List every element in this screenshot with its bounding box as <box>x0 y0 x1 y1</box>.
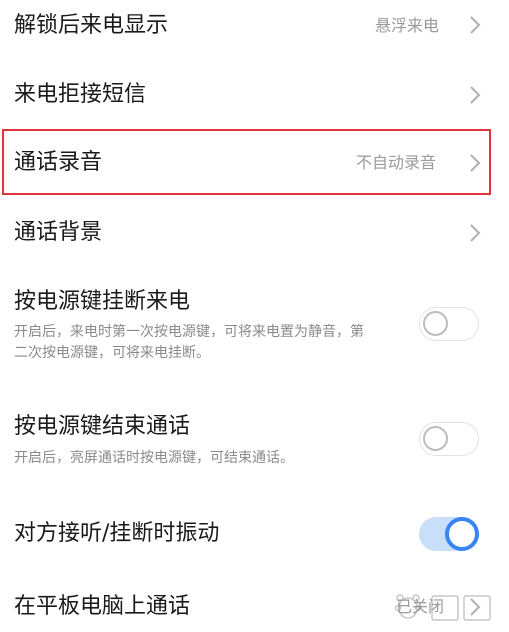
power-hangup-description: 开启后，来电时第一次按电源键，可将来电置为静音，第二次按电源键，可将来电挂断。 <box>14 324 364 361</box>
power-end-call-row: 按电源键结束通话 开启后，亮屏通话时按电源键，可结束通话。 <box>0 405 509 475</box>
reject-sms-row[interactable]: 来电拒接短信 <box>0 70 509 126</box>
vibrate-row: 对方接听/挂断时振动 <box>0 510 509 560</box>
watermark-logo <box>390 588 509 628</box>
call-recording-row[interactable]: 通话录音 不自动录音 <box>0 133 509 193</box>
unlock-display-title: 解锁后来电显示 <box>14 13 169 38</box>
tablet-call-title: 在平板电脑上通话 <box>14 594 191 619</box>
vibrate-toggle[interactable] <box>419 517 479 551</box>
chevron-right-icon <box>466 84 484 106</box>
chevron-right-icon <box>466 152 484 174</box>
chevron-right-icon <box>466 222 484 244</box>
call-background-title: 通话背景 <box>14 220 103 245</box>
call-recording-value: 不自动录音 <box>356 153 437 172</box>
unlock-display-value: 悬浮来电 <box>375 16 440 35</box>
power-end-call-title: 按电源键结束通话 <box>14 414 191 439</box>
power-hangup-toggle[interactable] <box>419 307 479 341</box>
toggle-knob <box>445 517 479 551</box>
power-hangup-title: 按电源键挂断来电 <box>14 289 191 314</box>
toggle-knob <box>423 311 448 336</box>
call-background-row[interactable]: 通话背景 <box>0 205 509 261</box>
power-end-call-description: 开启后，亮屏通话时按电源键，可结束通话。 <box>14 450 294 466</box>
unlock-display-row[interactable]: 解锁后来电显示 悬浮来电 <box>0 0 509 56</box>
power-end-call-toggle[interactable] <box>419 422 479 456</box>
vibrate-title: 对方接听/挂断时振动 <box>14 521 220 546</box>
reject-sms-title: 来电拒接短信 <box>14 82 147 107</box>
chevron-right-icon <box>466 14 484 36</box>
power-hangup-row: 按电源键挂断来电 开启后，来电时第一次按电源键，可将来电置为静音，第二次按电源键… <box>0 280 509 375</box>
call-recording-title: 通话录音 <box>14 150 103 175</box>
toggle-knob <box>423 426 448 451</box>
